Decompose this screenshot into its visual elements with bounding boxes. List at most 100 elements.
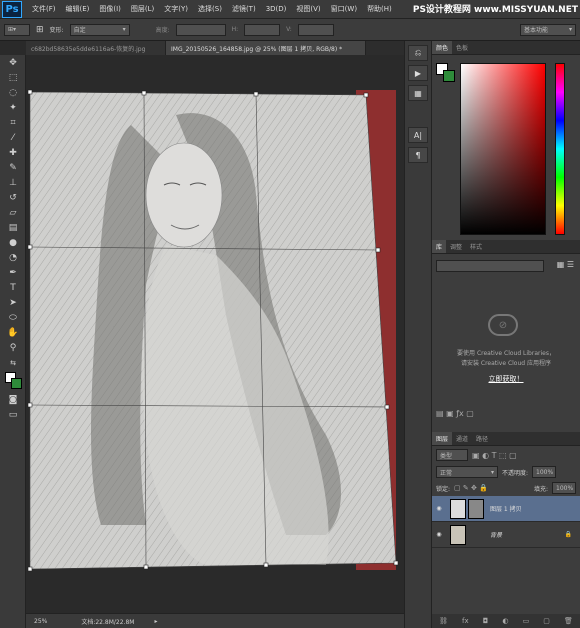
warp-height-label: 高度: — [155, 27, 170, 34]
menu-bar: Ps 文件(F) 编辑(E) 图像(I) 图层(L) 文字(Y) 选择(S) 滤… — [0, 0, 580, 19]
brush-tool-icon[interactable]: ✎ — [0, 160, 26, 175]
tab-paths[interactable]: 路径 — [472, 432, 492, 445]
transform-select[interactable]: 自定 ▾ — [69, 23, 130, 36]
menu-image[interactable]: 图像(I) — [99, 4, 121, 14]
menu-window[interactable]: 窗口(W) — [331, 4, 357, 14]
shape-tool-icon[interactable]: ⬭ — [0, 310, 26, 325]
h-field[interactable] — [244, 23, 281, 36]
filter-icons[interactable]: ▣ ◐ T ⬚ ▢ — [472, 451, 517, 460]
screen-mode-icon[interactable]: ▭ — [0, 407, 26, 422]
lasso-tool-icon[interactable]: ◌ — [0, 85, 26, 100]
adjustment-layer-icon[interactable]: ◐ — [502, 617, 508, 625]
menu-select[interactable]: 选择(S) — [198, 4, 222, 14]
stamp-tool-icon[interactable]: ⊥ — [0, 175, 26, 190]
tab-color[interactable]: 颜色 — [432, 41, 453, 54]
lock-icons[interactable]: ▢ ✎ ✥ 🔒 — [454, 484, 488, 492]
layer-filter-select[interactable]: 类型 — [436, 449, 468, 461]
layers-panel-tabs: 图层 通道 路径 — [432, 432, 580, 446]
layer-name[interactable]: 背景 — [490, 530, 502, 539]
layer-name[interactable]: 图层 1 拷贝 — [490, 504, 522, 513]
right-panels: 颜色 色板 库 调整 样式 ▦ ☰ ⊘ 要使用 Creative Cloud L… — [432, 41, 580, 628]
link-layers-icon[interactable]: ⛓ — [439, 617, 448, 625]
hand-tool-icon[interactable]: ✋ — [0, 325, 26, 340]
tool-preset-picker[interactable]: ⊞▾ — [4, 23, 30, 36]
reference-point-icon[interactable]: ⊞ — [36, 25, 44, 35]
background-color-swatch[interactable] — [11, 378, 22, 389]
get-now-link[interactable]: 立即获取！ — [432, 374, 580, 384]
tab-styles[interactable]: 样式 — [466, 240, 486, 253]
layer-row[interactable]: ◉ 背景 🔒 — [432, 522, 580, 548]
tab-layers[interactable]: 图层 — [432, 432, 453, 445]
tab-swatches[interactable]: 色板 — [452, 41, 472, 54]
quick-mask-icon[interactable]: ◙ — [0, 392, 26, 407]
warp-height-field[interactable] — [175, 23, 226, 36]
tab-document-1[interactable]: c682bd58635e5dde6116a6-恢复的.jpg — [26, 41, 166, 55]
layer-thumbnail — [450, 498, 466, 519]
add-mask-icon[interactable]: ◘ — [483, 617, 489, 625]
menu-type[interactable]: 文字(Y) — [164, 4, 188, 14]
zoom-tool-icon[interactable]: ⚲ — [0, 340, 26, 355]
layers-footer: ⛓ fx ◘ ◐ ▭ ▢ 🗑 — [432, 614, 580, 628]
color-field[interactable] — [460, 63, 546, 235]
blur-tool-icon[interactable]: ● — [0, 235, 26, 250]
crop-tool-icon[interactable]: ⌗ — [0, 115, 26, 130]
eyedropper-icon[interactable]: ⁄ — [0, 130, 26, 145]
menu-view[interactable]: 视图(V) — [296, 4, 320, 14]
transform-label: 变形: — [49, 27, 64, 34]
fx-icon[interactable]: fx — [462, 617, 469, 625]
visibility-eye-icon[interactable]: ◉ — [432, 531, 446, 538]
tab-channels[interactable]: 通道 — [452, 432, 472, 445]
pen-tool-icon[interactable]: ✒ — [0, 265, 26, 280]
path-select-icon[interactable]: ➤ — [0, 295, 26, 310]
layer-row[interactable]: ◉ 图层 1 拷贝 — [432, 496, 580, 522]
blend-mode-select[interactable]: 正常 ▾ — [436, 466, 498, 478]
panel-background-swatch[interactable] — [443, 70, 455, 82]
grid-view-icon[interactable]: ▦ ☰ — [557, 260, 574, 269]
menu-file[interactable]: 文件(F) — [32, 4, 56, 14]
document-canvas[interactable] — [26, 55, 404, 613]
opacity-field[interactable]: 100% — [532, 466, 557, 478]
h-label: H: — [231, 26, 239, 33]
library-footer-icons[interactable]: ▤ ▣ ƒx ▢ — [436, 409, 474, 418]
menu-3d[interactable]: 3D(D) — [266, 5, 287, 13]
swap-colors-icon[interactable]: ⇆ — [0, 355, 26, 370]
visibility-eye-icon[interactable]: ◉ — [432, 505, 446, 512]
gradient-tool-icon[interactable]: ▤ — [0, 220, 26, 235]
actions-panel-icon[interactable]: ▶ — [408, 65, 428, 81]
fill-field[interactable]: 100% — [552, 482, 576, 494]
magic-wand-icon[interactable]: ✦ — [0, 100, 26, 115]
delete-layer-icon[interactable]: 🗑 — [564, 617, 573, 625]
tab-document-2[interactable]: IMG_20150526_164858.jpg @ 25% (图层 1 拷贝, … — [166, 41, 366, 55]
zoom-level[interactable]: 25% — [34, 618, 47, 625]
menu-filter[interactable]: 滤镜(T) — [232, 4, 256, 14]
toolbox: ✥ ⬚ ◌ ✦ ⌗ ⁄ ✚ ✎ ⊥ ↺ ▱ ▤ ● ◔ ✒ T ➤ ⬭ ✋ ⚲ … — [0, 55, 26, 628]
group-icon[interactable]: ▭ — [523, 617, 530, 625]
healing-brush-icon[interactable]: ✚ — [0, 145, 26, 160]
history-panel-icon[interactable]: ⎌ — [408, 45, 428, 61]
eraser-tool-icon[interactable]: ▱ — [0, 205, 26, 220]
history-brush-icon[interactable]: ↺ — [0, 190, 26, 205]
canvas-area[interactable] — [26, 55, 404, 613]
color-swatches[interactable] — [0, 370, 26, 392]
dodge-tool-icon[interactable]: ◔ — [0, 250, 26, 265]
new-layer-icon[interactable]: ▢ — [543, 617, 550, 625]
library-select[interactable] — [436, 260, 544, 272]
paragraph-panel-icon[interactable]: ¶ — [408, 147, 428, 163]
properties-panel-icon[interactable]: ▦ — [408, 85, 428, 101]
menu-layer[interactable]: 图层(L) — [131, 4, 154, 14]
document-tabs: c682bd58635e5dde6116a6-恢复的.jpg IMG_20150… — [26, 41, 430, 55]
menu-edit[interactable]: 编辑(E) — [66, 4, 90, 14]
hue-slider[interactable] — [555, 63, 565, 235]
marquee-tool-icon[interactable]: ⬚ — [0, 70, 26, 85]
character-panel-icon[interactable]: A| — [408, 127, 428, 143]
move-tool-icon[interactable]: ✥ — [0, 55, 26, 70]
tab-adjustments[interactable]: 调整 — [446, 240, 466, 253]
menu-help[interactable]: 帮助(H) — [367, 4, 392, 14]
panel-dock-column: ⎌ ▶ ▦ A| ¶ — [404, 41, 432, 628]
v-field[interactable] — [297, 23, 334, 36]
workspace-select[interactable]: 基本功能 ▾ — [520, 23, 576, 36]
tab-libraries[interactable]: 库 — [432, 240, 447, 253]
status-menu-arrow-icon[interactable]: ▸ — [154, 618, 157, 625]
type-tool-icon[interactable]: T — [0, 280, 26, 295]
opacity-label: 不透明度: — [502, 469, 529, 477]
